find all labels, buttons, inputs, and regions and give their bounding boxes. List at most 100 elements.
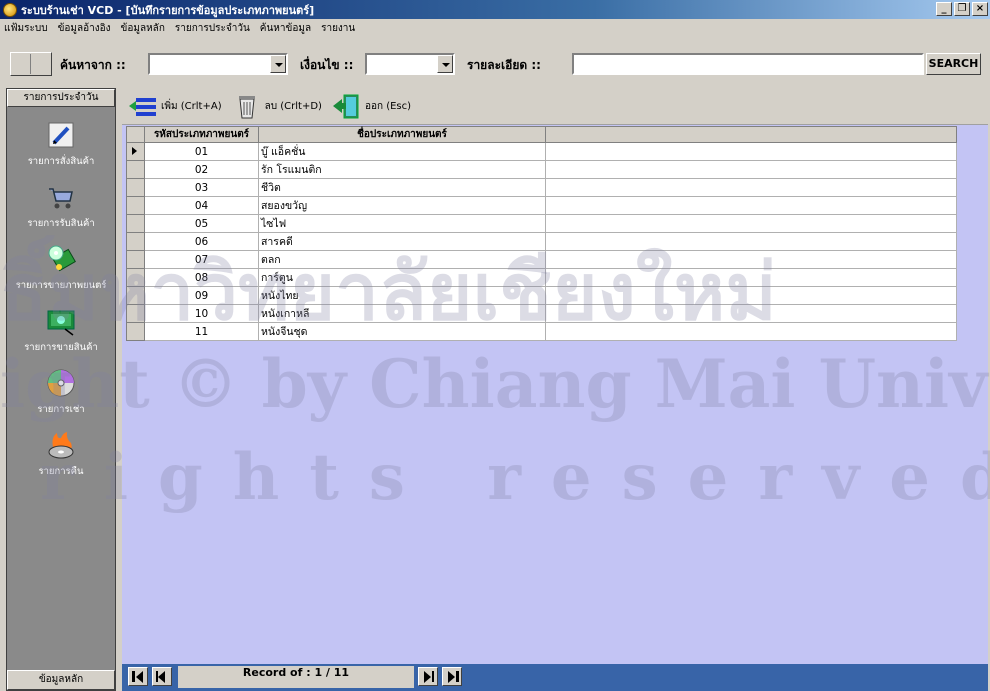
movie-type-table: รหัสประเภทภาพยนตร์ ชื่อประเภทภาพยนตร์ 01… bbox=[126, 126, 957, 341]
cell-blank bbox=[545, 214, 957, 233]
next-record-button[interactable] bbox=[418, 667, 438, 686]
chevron-down-icon[interactable] bbox=[437, 55, 453, 73]
search-button[interactable]: SEARCH bbox=[926, 53, 981, 75]
row-selector[interactable] bbox=[126, 214, 145, 233]
prev-record-button[interactable] bbox=[152, 667, 172, 686]
search-bar: ค้นหาจาก :: เงื่อนไข :: รายละเอียด :: SE… bbox=[0, 44, 990, 82]
last-record-button[interactable] bbox=[442, 667, 462, 686]
cell-code[interactable]: 10 bbox=[144, 304, 259, 323]
sidebar-footer[interactable]: ข้อมูลหลัก bbox=[7, 670, 115, 690]
cell-name[interactable]: หนังไทย bbox=[258, 286, 546, 305]
row-selector[interactable] bbox=[126, 160, 145, 179]
cell-code[interactable]: 02 bbox=[144, 160, 259, 179]
sidebar-item-sell-movie[interactable]: รายการขายภาพยนตร์ bbox=[7, 243, 115, 293]
cell-blank bbox=[545, 304, 957, 323]
cell-name[interactable]: รัก โรแมนติก bbox=[258, 160, 546, 179]
condition-label: เงื่อนไข :: bbox=[300, 58, 354, 72]
menu-file[interactable]: แฟ้มระบบ bbox=[4, 21, 48, 36]
detail-label: รายละเอียด :: bbox=[467, 58, 541, 72]
delete-button[interactable]: ลบ (Crlt+D) bbox=[232, 93, 322, 119]
menu-master-data[interactable]: ข้อมูลหลัก bbox=[121, 21, 165, 36]
sidebar-item-label: รายการขายภาพยนตร์ bbox=[15, 280, 107, 291]
disc-money-icon bbox=[48, 245, 76, 272]
cell-name[interactable]: ตลก bbox=[258, 250, 546, 269]
detail-input[interactable] bbox=[572, 53, 924, 75]
sidebar-item-rent[interactable]: รายการเช่า bbox=[7, 367, 115, 417]
table-row[interactable]: 09 หนังไทย bbox=[126, 286, 957, 305]
cell-code[interactable]: 06 bbox=[144, 232, 259, 251]
cell-blank bbox=[545, 250, 957, 269]
first-record-button[interactable] bbox=[128, 667, 148, 686]
cell-name[interactable]: บู๊ แอ็คชั่น bbox=[258, 142, 546, 161]
menu-daily[interactable]: รายการประจำวัน bbox=[175, 21, 250, 36]
restore-button[interactable]: ❐ bbox=[954, 2, 970, 16]
sidebar-item-return[interactable]: รายการคืน bbox=[7, 429, 115, 479]
cell-code[interactable]: 08 bbox=[144, 268, 259, 287]
column-header-name[interactable]: ชื่อประเภทภาพยนตร์ bbox=[258, 126, 546, 143]
sidebar-item-label: รายการรับสินค้า bbox=[27, 218, 95, 229]
cell-name[interactable]: ชีวิต bbox=[258, 178, 546, 197]
app-icon bbox=[3, 2, 17, 17]
sidebar-header[interactable]: รายการประจำวัน bbox=[7, 89, 115, 107]
table-row[interactable]: 07 ตลก bbox=[126, 250, 957, 269]
chevron-down-icon[interactable] bbox=[270, 55, 286, 73]
cell-code[interactable]: 11 bbox=[144, 322, 259, 341]
trash-icon bbox=[238, 96, 255, 119]
menu-report[interactable]: รายงาน bbox=[321, 21, 355, 36]
cell-name[interactable]: สยองขวัญ bbox=[258, 196, 546, 215]
cell-name[interactable]: การ์ตูน bbox=[258, 268, 546, 287]
sidebar-item-label: รายการสั่งสินค้า bbox=[27, 156, 95, 167]
row-selector[interactable] bbox=[126, 178, 145, 197]
sidebar-item-sell-goods[interactable]: รายการขายสินค้า bbox=[7, 305, 115, 355]
add-button[interactable]: เพิ่ม (Crlt+A) bbox=[128, 93, 222, 119]
row-selector[interactable] bbox=[126, 196, 145, 215]
row-selector[interactable] bbox=[126, 304, 145, 323]
sidebar-item-order[interactable]: รายการสั่งสินค้า bbox=[7, 119, 115, 169]
cell-name[interactable]: สารคดี bbox=[258, 232, 546, 251]
cell-name[interactable]: หนังเกาหลี bbox=[258, 304, 546, 323]
record-indicator: Record of : 1 / 11 bbox=[178, 666, 414, 688]
cell-code[interactable]: 09 bbox=[144, 286, 259, 305]
cell-blank bbox=[545, 160, 957, 179]
cell-blank bbox=[545, 232, 957, 251]
cell-code[interactable]: 05 bbox=[144, 214, 259, 233]
pencil-icon bbox=[48, 122, 74, 148]
row-selector[interactable] bbox=[126, 250, 145, 269]
condition-select[interactable] bbox=[365, 53, 455, 75]
search-from-select[interactable] bbox=[148, 53, 288, 75]
exit-door-icon bbox=[332, 94, 359, 119]
row-selector[interactable] bbox=[126, 268, 145, 287]
table-row[interactable]: 10 หนังเกาหลี bbox=[126, 304, 957, 323]
exit-button[interactable]: ออก (Esc) bbox=[332, 93, 411, 119]
table-row[interactable]: 06 สารคดี bbox=[126, 232, 957, 251]
column-header-code[interactable]: รหัสประเภทภาพยนตร์ bbox=[144, 126, 259, 143]
column-header-blank bbox=[545, 126, 957, 143]
cell-code[interactable]: 01 bbox=[144, 142, 259, 161]
table-row[interactable]: 08 การ์ตูน bbox=[126, 268, 957, 287]
table-row[interactable]: 05 ไซไฟ bbox=[126, 214, 957, 233]
row-selector[interactable] bbox=[126, 286, 145, 305]
cell-blank bbox=[545, 268, 957, 287]
row-selector[interactable] bbox=[126, 322, 145, 341]
row-selector-header bbox=[126, 126, 145, 143]
cell-code[interactable]: 03 bbox=[144, 178, 259, 197]
table-row[interactable]: 01 บู๊ แอ็คชั่น bbox=[126, 142, 957, 161]
table-row[interactable]: 03 ชีวิต bbox=[126, 178, 957, 197]
minimize-button[interactable]: _ bbox=[936, 2, 952, 16]
cell-name[interactable]: ไซไฟ bbox=[258, 214, 546, 233]
close-button[interactable]: × bbox=[972, 2, 988, 16]
toggle-button[interactable] bbox=[10, 52, 52, 76]
cell-code[interactable]: 07 bbox=[144, 250, 259, 269]
menu-reference[interactable]: ข้อมูลอ้างอิง bbox=[58, 21, 111, 36]
cell-blank bbox=[545, 286, 957, 305]
table-row[interactable]: 11 หนังจีนชุด bbox=[126, 322, 957, 341]
row-selector[interactable] bbox=[126, 232, 145, 251]
table-row[interactable]: 02 รัก โรแมนติก bbox=[126, 160, 957, 179]
row-selector[interactable] bbox=[126, 142, 145, 161]
table-row[interactable]: 04 สยองขวัญ bbox=[126, 196, 957, 215]
cell-code[interactable]: 04 bbox=[144, 196, 259, 215]
cell-name[interactable]: หนังจีนชุด bbox=[258, 322, 546, 341]
menu-search[interactable]: ค้นหาข้อมูล bbox=[260, 21, 311, 36]
sidebar-item-label: รายการเช่า bbox=[37, 404, 85, 415]
sidebar-item-receive[interactable]: รายการรับสินค้า bbox=[7, 181, 115, 231]
